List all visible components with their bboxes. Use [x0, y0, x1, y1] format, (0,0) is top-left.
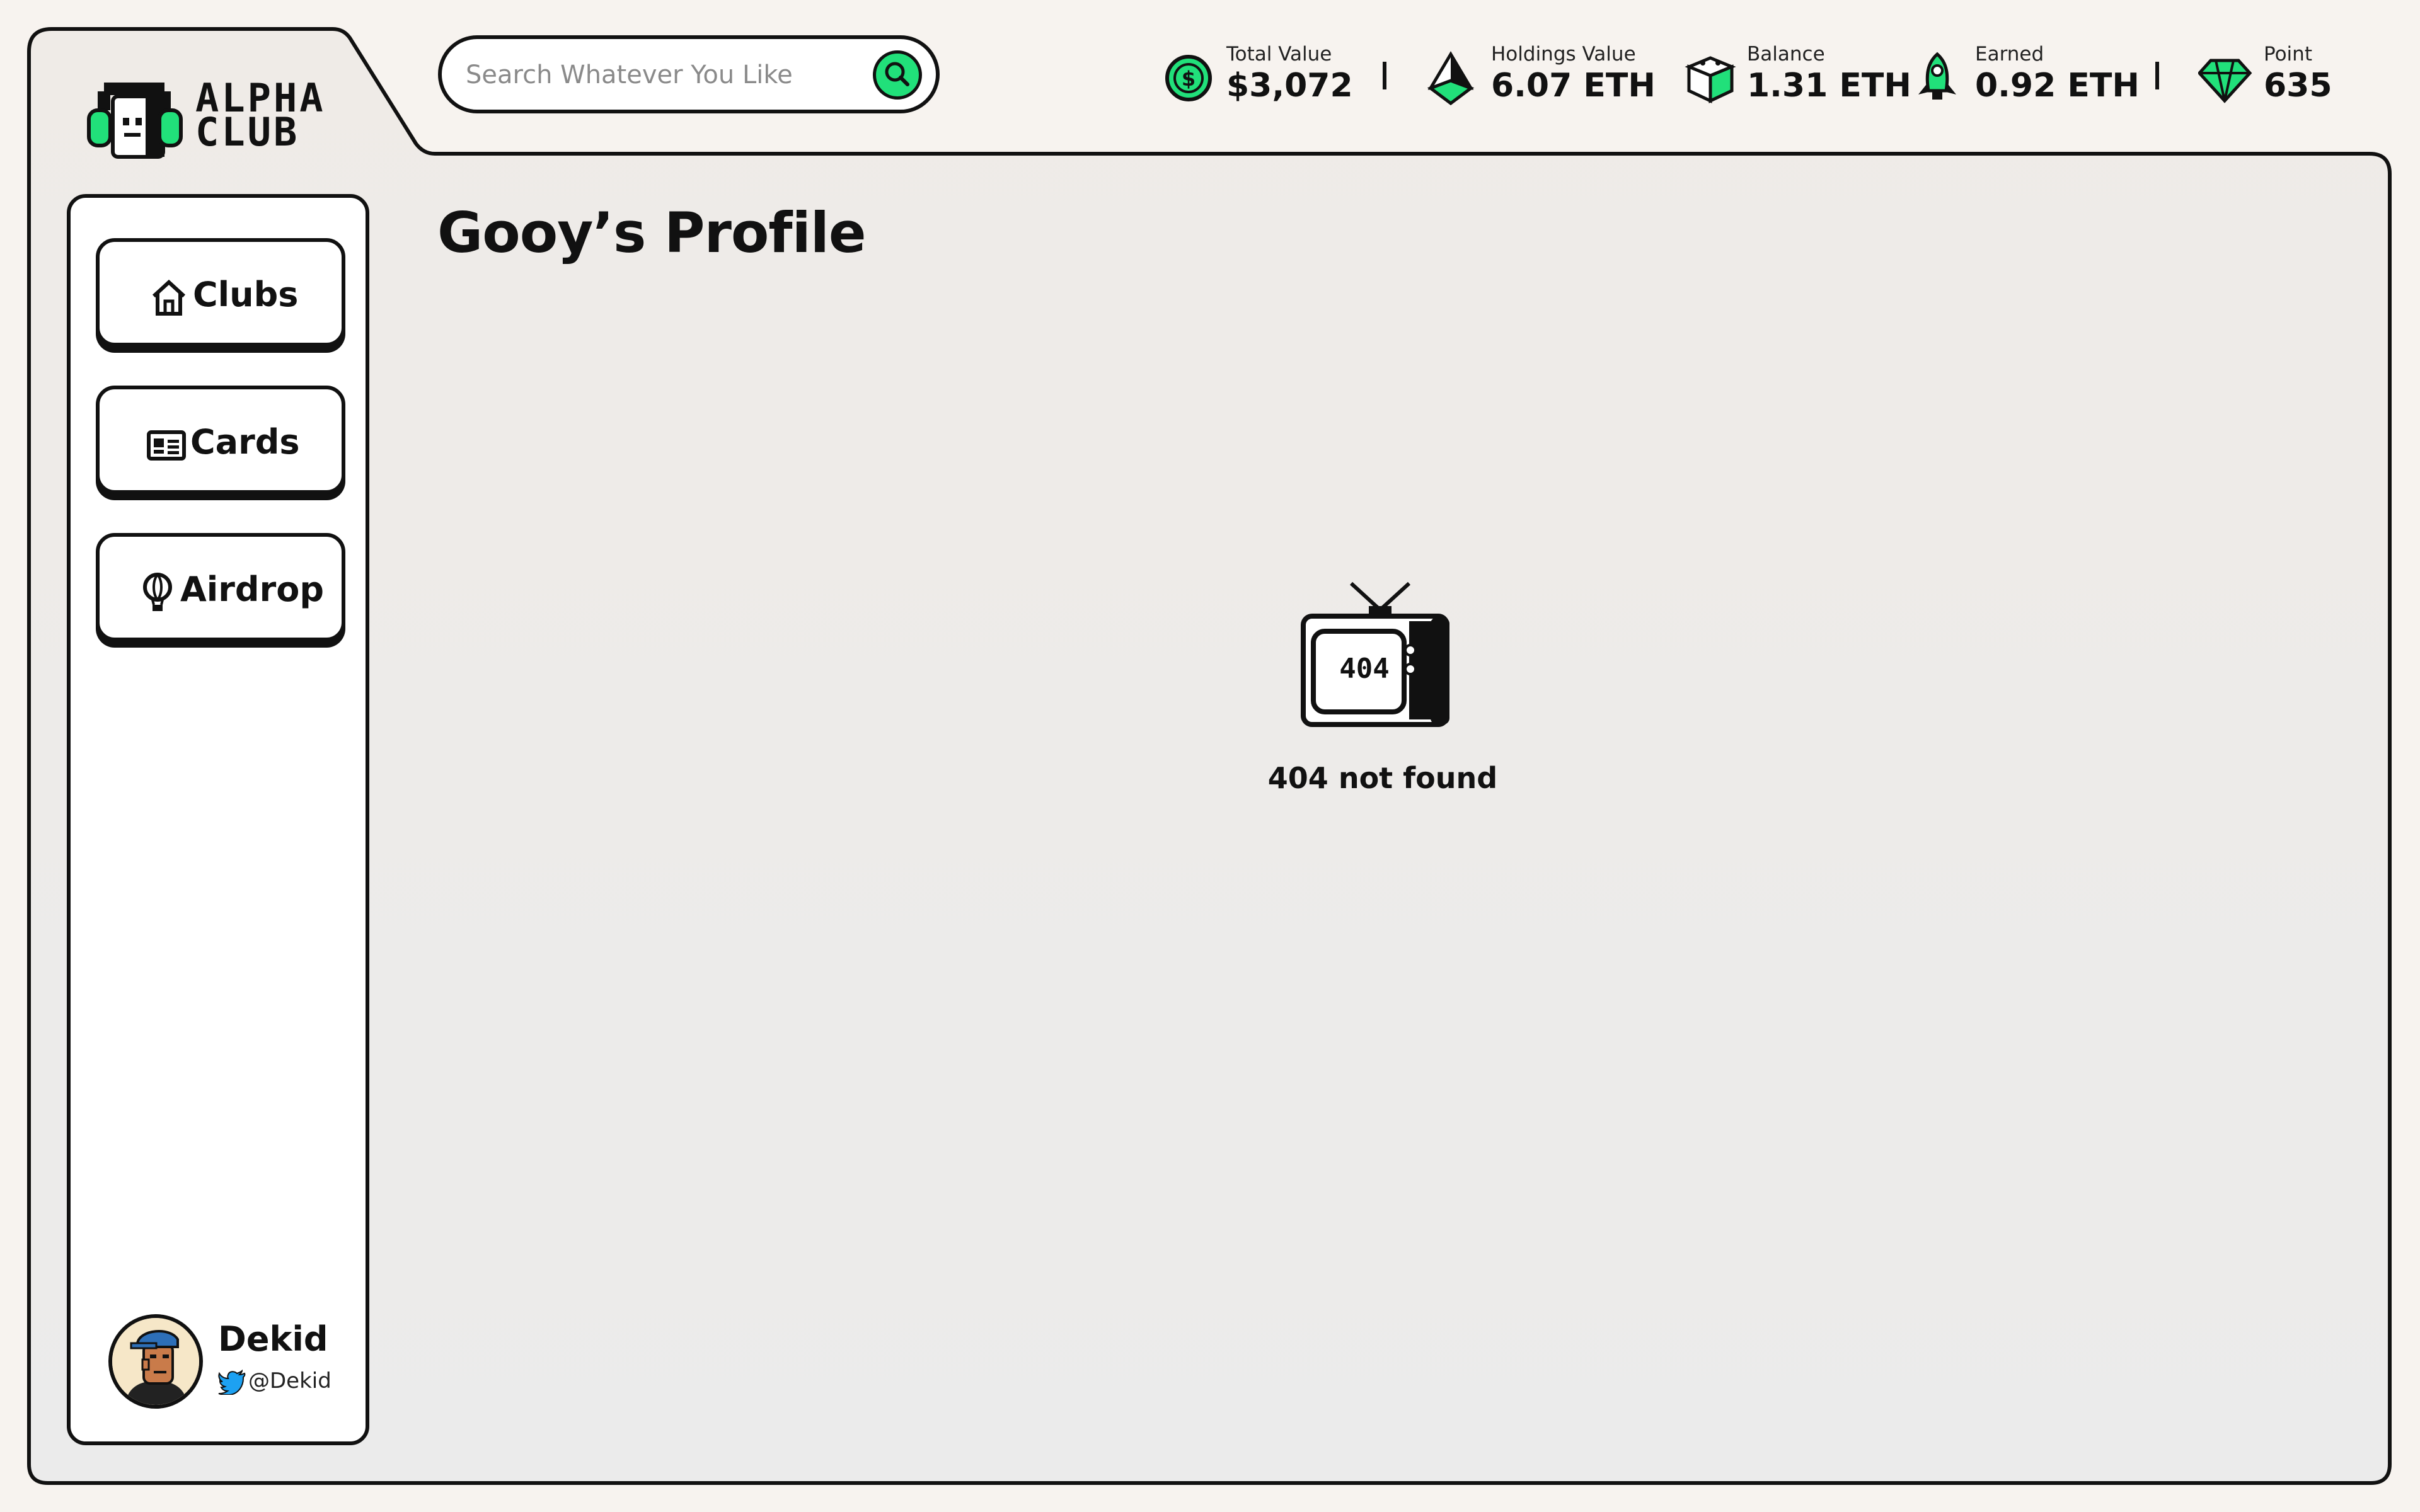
avatar[interactable] — [108, 1314, 203, 1409]
sidebar-item-cards[interactable]: Cards — [96, 386, 345, 494]
stat-divider — [2155, 62, 2159, 89]
search-button[interactable] — [873, 50, 922, 100]
svg-text:$: $ — [1182, 67, 1196, 91]
stat-label: Earned — [1975, 43, 2044, 66]
rocket-icon — [1918, 52, 1956, 100]
stat-label: Balance — [1747, 43, 1825, 66]
diamond-icon — [2198, 59, 2252, 103]
error-message: 404 not found — [1267, 761, 1498, 795]
cube-icon — [1685, 56, 1736, 103]
stat-label: Point — [2264, 43, 2312, 66]
error-code: 404 — [1339, 653, 1390, 685]
sidebar-item-clubs[interactable]: Clubs — [96, 238, 345, 346]
stat-value: 1.31 ETH — [1747, 67, 1911, 105]
stat-value: 0.92 ETH — [1975, 67, 2140, 105]
logo-wordmark: ALPHA CLUB — [195, 75, 326, 155]
dollar-coin-icon: $ — [1165, 55, 1212, 101]
stat-label: Holdings Value — [1491, 43, 1636, 66]
sidebar-item-label: Clubs — [193, 275, 299, 314]
search-bar — [438, 35, 940, 113]
stat-label: Total Value — [1226, 43, 1332, 66]
ethereum-icon — [1427, 51, 1475, 106]
404-tv-illustration: 404 — [1298, 580, 1468, 731]
balloon-icon — [143, 573, 172, 611]
sidebar: Clubs Cards Airdrop Dekid @Dekid — [67, 194, 369, 1445]
avatar-image — [112, 1318, 199, 1405]
sidebar-item-label: Cards — [190, 422, 300, 462]
stat-value: 6.07 ETH — [1491, 67, 1656, 105]
page-title: Gooy’s Profile — [437, 200, 867, 265]
search-icon — [885, 62, 909, 86]
card-icon — [147, 430, 186, 461]
headphone-mascot-icon — [87, 83, 183, 159]
stat-divider — [1383, 62, 1386, 89]
search-input[interactable] — [464, 55, 845, 94]
alpha-club-logo[interactable]: ALPHA CLUB — [85, 79, 350, 161]
user-name: Dekid — [218, 1319, 328, 1359]
home-icon — [152, 279, 186, 316]
sidebar-item-airdrop[interactable]: Airdrop — [96, 533, 345, 641]
user-profile[interactable]: Dekid @Dekid — [108, 1314, 360, 1415]
sidebar-item-label: Airdrop — [180, 570, 324, 609]
stat-value: $3,072 — [1226, 67, 1353, 105]
twitter-icon[interactable] — [218, 1370, 246, 1395]
user-handle[interactable]: @Dekid — [248, 1368, 331, 1394]
stat-value: 635 — [2264, 67, 2332, 105]
